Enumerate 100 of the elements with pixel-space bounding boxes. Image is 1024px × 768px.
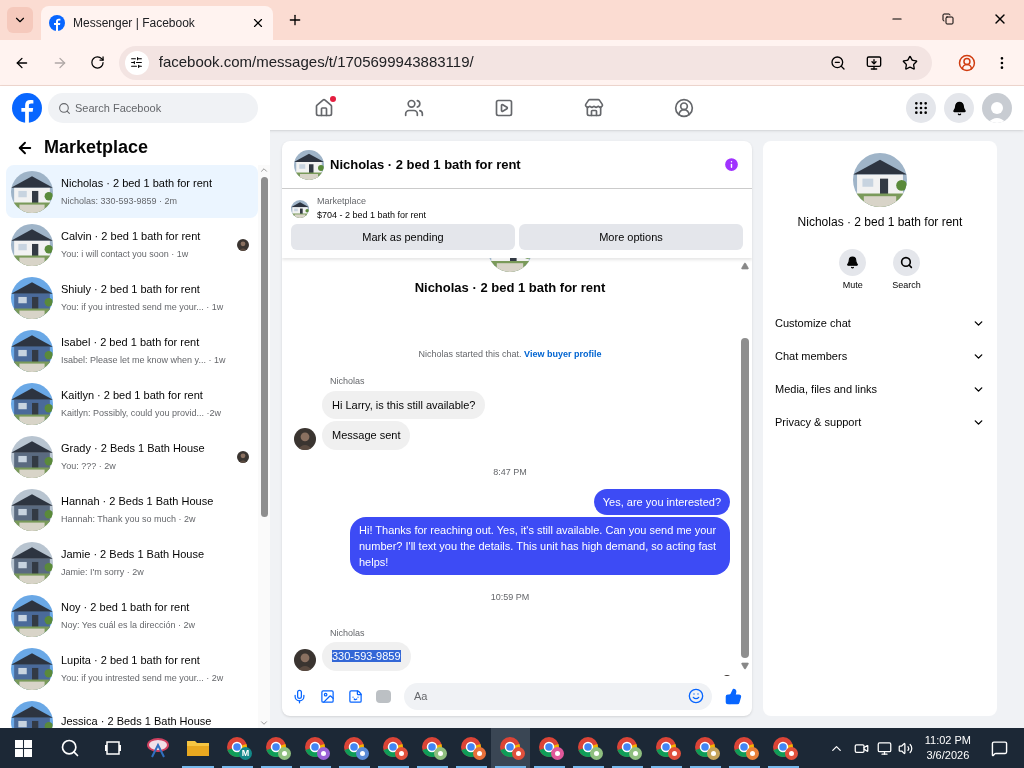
conversation-name: Jamie · 2 Beds 1 Bath House [61,547,206,562]
conversation-item[interactable]: Isabel · 2 bed 1 bath for rent Isabel: Please let me know when y... · 1w [6,324,258,377]
outgoing-message: Hi! Thanks for reaching out. Yes, it's still available. Can you send me your number? I'll text you the details. This unit has high demand, so acting fast helps! [350,517,730,575]
reload-icon[interactable] [89,55,105,70]
volume-icon[interactable] [897,740,913,756]
search-button[interactable] [893,249,920,276]
tab-search-button[interactable] [7,7,33,33]
incoming-message: Hi Larry, is this still available? [322,390,486,419]
bell-icon [951,100,967,116]
details-section[interactable]: Chat members [775,347,848,365]
conversation-preview: You: if you intrested send me your... · 2w [61,671,225,685]
conversation-name: Lupita · 2 bed 1 bath for rent [61,653,201,668]
mute-button[interactable] [839,249,867,276]
emoji-icon[interactable] [688,687,704,704]
restore-icon[interactable] [942,13,954,25]
conversation-item[interactable]: Calvin · 2 bed 1 bath for rent You: i will contact you soon · 1w [6,218,258,271]
snipping-tool-icon [146,737,170,759]
marketplace-icon[interactable] [584,98,604,118]
outgoing-message: Yes, are you interested? [593,489,730,515]
chat-title: Nicholas · 2 bed 1 bath for rent [330,155,522,174]
groups-icon[interactable] [674,98,694,118]
scroll-up-icon[interactable] [741,262,749,270]
new-tab-icon[interactable] [287,12,303,28]
listing-title: $704 - 2 bed 1 bath for rent [317,208,427,222]
conversation-preview: Jamie: I'm sorry · 2w [61,565,145,579]
tab-title: Messenger | Facebook [73,15,196,32]
facebook-logo-icon[interactable] [12,93,42,123]
sidebar-title: Marketplace [44,136,149,159]
scroll-down-icon[interactable] [741,662,749,670]
conversation-item[interactable]: Kaitlyn · 2 bed 1 bath for rent Kaitlyn: Possibly, could you provid... ·2w [6,377,258,430]
taskbar-app-button[interactable]: M [218,728,257,768]
like-icon[interactable] [725,687,742,705]
zoom-icon[interactable] [830,54,847,71]
incoming-message: Message sent [322,421,411,450]
action-label: Mute [842,279,863,292]
conversation-item[interactable]: Hannah · 2 Beds 1 Bath House Hannah: Thank you so much · 2w [6,483,258,536]
action-label: Search [892,279,921,292]
conversation-item[interactable]: Shiuly · 2 bed 1 bath for rent You: if you intrested send me your... · 1w [6,271,258,324]
search-field[interactable]: Search Facebook [48,93,258,123]
browser-icon [225,736,250,760]
search-icon[interactable] [60,738,80,758]
conversation-name: Jessica · 2 Beds 1 Bath House [61,714,213,728]
details-title: Nicholas · 2 bed 1 bath for rent [797,214,963,231]
site-info-icon[interactable] [124,50,149,75]
address-bar[interactable]: facebook.com/messages/t/1705699943883119/ [118,45,933,80]
sender-name: Nicholas [330,626,365,640]
menu-button[interactable] [906,93,936,123]
info-icon[interactable] [723,156,740,173]
listing-action-button[interactable]: Mark as pending [291,224,515,250]
listing-label: Marketplace [317,195,368,208]
video-icon[interactable] [494,98,514,118]
friends-icon[interactable] [404,98,424,118]
timestamp: 8:47 PM [492,465,528,479]
install-app-icon[interactable] [866,54,883,71]
sticker-icon[interactable] [348,688,363,704]
home-icon[interactable] [314,98,334,118]
task-view-icon[interactable] [104,739,122,757]
image-icon[interactable] [320,688,335,704]
conversation-preview: Nicholas: 330-593-9859 · 2m [61,194,179,208]
notifications-button[interactable] [944,93,974,123]
conversation-preview: Hannah: Thank you so much · 2w [61,512,197,526]
profile-initial: M [239,747,252,760]
conversation-item[interactable]: Nicholas · 2 bed 1 bath for rent Nicholas: 330-593-9859 · 2m [6,165,258,218]
sender-name: Nicholas [330,375,365,388]
facebook-logo-icon [49,15,65,31]
bookmark-star-icon[interactable] [902,54,919,71]
incoming-message: 330-593-9859 [322,642,411,671]
notifications-icon[interactable] [991,739,1008,757]
browser-tab[interactable]: Messenger | Facebook [41,6,273,40]
taskbar-app-button[interactable] [491,728,530,768]
conversation-preview: You: if you intrested send me your... · 1w [61,300,225,314]
conversation-name: Kaitlyn · 2 bed 1 bath for rent [61,388,204,403]
bell-icon [846,256,860,269]
conversation-item[interactable]: Lupita · 2 bed 1 bath for rent You: if you intrested send me your... · 2w [6,642,258,695]
clock[interactable]: 11:02 PM 3/6/2026 [920,733,975,763]
listing-action-button[interactable]: More options [519,224,743,250]
profile-icon[interactable] [958,53,977,72]
conversation-item[interactable]: Noy · 2 bed 1 bath for rent Noy: Yes cuál es la dirección · 2w [6,589,258,642]
conversation-name: Shiuly · 2 bed 1 bath for rent [61,282,201,297]
microphone-icon[interactable] [292,688,307,704]
details-section[interactable]: Media, files and links [775,380,878,398]
conversation-preview: Isabel: Please let me know when y... · 1w [61,353,227,367]
details-section[interactable]: Privacy & support [775,413,862,431]
view-buyer-profile-link[interactable]: View buyer profile [524,348,602,359]
conversation-intro-title: Nicholas · 2 bed 1 bath for rent [413,279,607,297]
conversation-name: Hannah · 2 Beds 1 Bath House [61,494,215,509]
conversation-item[interactable]: Grady · 2 Beds 1 Bath House You: ??? · 2w [6,430,258,483]
conversation-item[interactable]: Jamie · 2 Beds 1 Bath House Jamie: I'm sorry · 2w [6,536,258,589]
folder-icon [186,738,210,758]
conversation-name: Isabel · 2 bed 1 bath for rent [61,335,201,350]
search-icon [58,102,71,115]
conversation-preview: Noy: Yes cuál es la dirección · 2w [61,618,197,632]
conversation-preview: Kaitlyn: Possibly, could you provid... ·2w [61,406,222,420]
network-icon[interactable] [876,740,892,756]
close-tab-icon[interactable] [251,16,265,30]
message-field[interactable]: Aa [404,682,712,710]
conversation-name: Grady · 2 Beds 1 Bath House [61,441,206,456]
windows-logo-icon [14,739,32,757]
chat-start-notice: Nicholas started this chat. View buyer profile [417,347,603,361]
details-section[interactable]: Customize chat [775,314,851,332]
